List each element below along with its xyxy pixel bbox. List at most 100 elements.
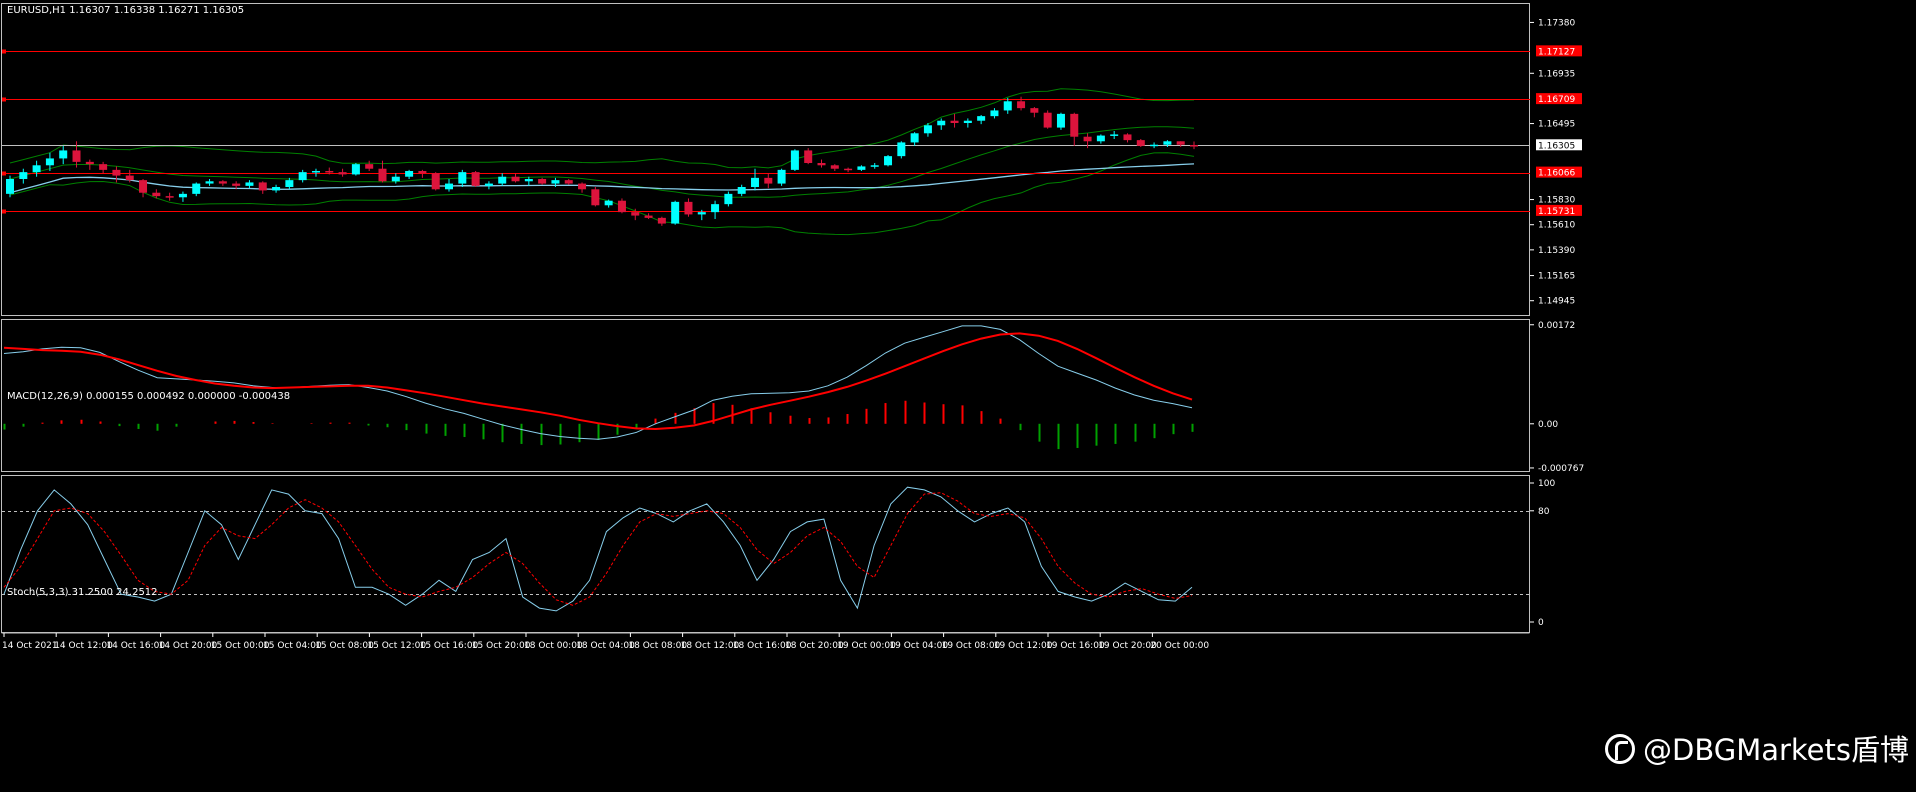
candle-body — [1096, 135, 1105, 142]
candle-body — [657, 217, 666, 224]
candle-body — [804, 150, 813, 163]
candle-body — [165, 196, 174, 198]
candle-body — [178, 193, 187, 198]
stoch-tick-label: 0 — [1538, 618, 1544, 628]
candle-body — [125, 175, 134, 181]
level-marker — [2, 171, 6, 176]
x-tick-label: 18 Oct 16:00 — [733, 641, 792, 651]
x-tick-label: 18 Oct 00:00 — [524, 641, 583, 651]
candle-body — [99, 164, 108, 170]
candle-body — [245, 182, 254, 186]
candle-body — [1123, 134, 1132, 141]
candle-body — [1136, 140, 1145, 146]
candle-body — [45, 158, 54, 166]
y-tick-label: 1.15390 — [1538, 246, 1575, 256]
candle-body — [498, 176, 507, 184]
candle-body — [578, 183, 587, 190]
candle-body — [963, 120, 972, 123]
x-tick-label: 20 Oct 00:00 — [1150, 641, 1209, 651]
level-marker — [2, 97, 6, 102]
candle-body — [72, 150, 81, 162]
x-tick-label: 18 Oct 08:00 — [628, 641, 687, 651]
candle-body — [285, 180, 294, 187]
candle-body — [1030, 108, 1039, 113]
weibo-logo-icon — [1605, 734, 1635, 764]
candle-body — [218, 181, 227, 184]
x-tick-label: 14 Oct 16:00 — [106, 641, 165, 651]
x-tick-label: 14 Oct 20:00 — [159, 641, 218, 651]
x-tick-label: 15 Oct 16:00 — [420, 641, 479, 651]
x-tick-label: 19 Oct 12:00 — [994, 641, 1053, 651]
chart-canvas: 1.17380 1.16935 1.16495 1.15830 1.15610 1.153… — [0, 0, 1916, 792]
symbol-header: EURUSD,H1 1.16307 1.16338 1.16271 1.1630… — [7, 5, 244, 16]
x-tick-label: 18 Oct 20:00 — [785, 641, 844, 651]
macd-tick-label: 0.00172 — [1538, 321, 1575, 331]
candle-body — [764, 177, 773, 184]
candle-body — [1163, 141, 1172, 145]
candle-body — [591, 189, 600, 206]
candle-body — [551, 180, 560, 184]
candle-body — [445, 183, 454, 190]
candle-body — [1110, 134, 1119, 136]
level-price-label: 1.16066 — [1538, 169, 1575, 179]
candle-body — [391, 176, 400, 182]
candle-body — [1150, 144, 1159, 147]
candle-body — [112, 169, 121, 176]
candle-body — [1070, 113, 1079, 137]
candle-body — [85, 161, 94, 165]
y-tick-label: 1.15610 — [1538, 221, 1575, 231]
y-tick-label: 1.16935 — [1538, 69, 1575, 79]
candle-body — [1017, 101, 1026, 109]
candle-body — [671, 201, 680, 224]
candle-body — [684, 201, 693, 215]
candle-body — [711, 204, 720, 213]
y-tick-label: 1.15165 — [1538, 272, 1575, 282]
candle-body — [910, 133, 919, 143]
candle-body — [338, 172, 347, 175]
level-marker — [2, 49, 6, 54]
x-tick-label: 15 Oct 08:00 — [315, 641, 374, 651]
candle-body — [192, 183, 201, 194]
current-price-label: 1.16305 — [1538, 141, 1575, 151]
candle-body — [232, 183, 241, 186]
candle-body — [857, 166, 866, 170]
x-tick-label: 19 Oct 16:00 — [1046, 641, 1105, 651]
x-tick-label: 14 Oct 2021 — [2, 641, 58, 651]
candle-body — [631, 212, 640, 216]
candle-body — [1056, 113, 1065, 128]
candle-body — [139, 180, 148, 193]
candle-body — [990, 110, 999, 117]
stoch-title: Stoch(5,3,3) 31.2500 24.2512 — [7, 587, 158, 598]
level-price-label: 1.16709 — [1538, 95, 1575, 105]
candle-body — [724, 193, 733, 205]
candle-body — [59, 150, 68, 159]
level-price-label: 1.15731 — [1538, 207, 1575, 217]
candle-body — [564, 180, 573, 184]
candle-body — [777, 169, 786, 184]
x-tick-label: 19 Oct 00:00 — [837, 641, 896, 651]
candle-body — [1083, 136, 1092, 142]
candle-body — [697, 212, 706, 215]
x-tick-label: 19 Oct 20:00 — [1098, 641, 1157, 651]
y-tick-label: 1.16495 — [1538, 120, 1575, 130]
candle-body — [524, 179, 533, 182]
candle-body — [644, 215, 653, 218]
candle-body — [272, 187, 281, 191]
candle-body — [152, 192, 161, 197]
candle-body — [790, 150, 799, 170]
candle-body — [937, 120, 946, 126]
candle-body — [817, 163, 826, 166]
x-tick-label: 19 Oct 08:00 — [942, 641, 1001, 651]
level-marker — [2, 209, 6, 214]
y-tick-label: 1.14945 — [1538, 297, 1575, 307]
candle-body — [617, 200, 626, 213]
candle-body — [458, 172, 467, 184]
x-tick-label: 18 Oct 12:00 — [681, 641, 740, 651]
y-tick-label: 1.15830 — [1538, 196, 1575, 206]
x-tick-label: 15 Oct 04:00 — [263, 641, 322, 651]
candle-body — [604, 200, 613, 206]
stoch-tick-label: 80 — [1538, 507, 1550, 517]
candle-body — [830, 165, 839, 169]
x-tick-label: 15 Oct 00:00 — [211, 641, 270, 651]
level-price-label: 1.17127 — [1538, 47, 1575, 57]
